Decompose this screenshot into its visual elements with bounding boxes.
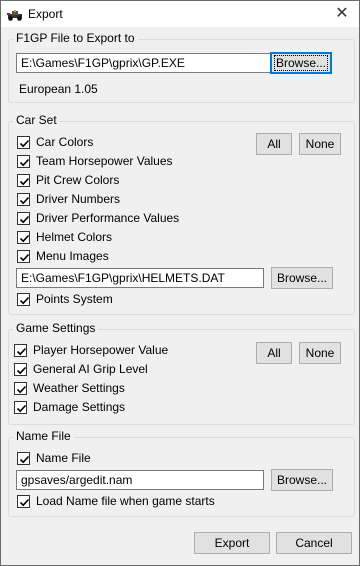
points-system-label: Points System	[36, 292, 113, 306]
name-file-path-field[interactable]: gpsaves/argedit.nam	[16, 470, 264, 490]
name-file-legend: Name File	[13, 429, 74, 443]
car-colors-checkbox[interactable]: Car Colors	[17, 133, 93, 151]
car-set-legend: Car Set	[13, 113, 60, 127]
load-name-file-checkbox[interactable]: Load Name file when game starts	[17, 492, 215, 510]
browse-exe-label: Browse...	[273, 55, 329, 71]
game-settings-legend: Game Settings	[13, 321, 99, 335]
driver-performance-label: Driver Performance Values	[36, 211, 180, 225]
checkbox-check-icon	[17, 494, 30, 508]
menu-images-label: Menu Images	[36, 249, 109, 263]
browse-name-file-button[interactable]: Browse...	[271, 469, 333, 491]
checkbox-check-icon	[17, 451, 30, 465]
browse-exe-button[interactable]: Browse...	[270, 52, 332, 74]
checkbox-check-icon	[17, 249, 30, 263]
close-icon[interactable]: ✕	[327, 1, 357, 27]
game-settings-group: Game Settings All None Player Horsepower…	[8, 321, 355, 425]
ai-grip-label: General AI Grip Level	[33, 362, 148, 376]
driver-performance-checkbox[interactable]: Driver Performance Values	[17, 209, 179, 227]
helmet-colors-checkbox[interactable]: Helmet Colors	[17, 228, 112, 246]
checkbox-check-icon	[17, 173, 30, 187]
menu-images-checkbox[interactable]: Menu Images	[17, 247, 109, 265]
game-settings-none-button[interactable]: None	[299, 342, 341, 364]
driver-numbers-checkbox[interactable]: Driver Numbers	[17, 190, 120, 208]
car-set-all-button[interactable]: All	[256, 133, 292, 155]
checkbox-check-icon	[17, 230, 30, 244]
points-system-checkbox[interactable]: Points System	[17, 290, 113, 308]
checkbox-check-icon	[17, 211, 30, 225]
weather-settings-label: Weather Settings	[33, 381, 125, 395]
name-file-checkbox[interactable]: Name File	[17, 449, 91, 467]
checkbox-check-icon	[17, 292, 30, 306]
ai-grip-checkbox[interactable]: General AI Grip Level	[14, 360, 148, 378]
game-settings-all-button[interactable]: All	[256, 342, 292, 364]
checkbox-check-icon	[17, 154, 30, 168]
version-text: European 1.05	[19, 82, 98, 96]
team-horsepower-checkbox[interactable]: Team Horsepower Values	[17, 152, 173, 170]
exe-path-field[interactable]: E:\Games\F1GP\gprix\GP.EXE	[16, 53, 271, 73]
title-bar: Export ✕	[1, 1, 359, 27]
team-horsepower-label: Team Horsepower Values	[36, 154, 173, 168]
file-group: F1GP File to Export to E:\Games\F1GP\gpr…	[8, 31, 355, 103]
cancel-button[interactable]: Cancel	[276, 532, 352, 554]
name-file-label: Name File	[36, 451, 91, 465]
player-horsepower-checkbox[interactable]: Player Horsepower Value	[14, 341, 168, 359]
pit-crew-colors-label: Pit Crew Colors	[36, 173, 120, 187]
damage-settings-label: Damage Settings	[33, 400, 126, 414]
helmets-path-field[interactable]: E:\Games\F1GP\gprix\HELMETS.DAT	[16, 268, 264, 288]
checkbox-check-icon	[14, 343, 27, 357]
file-group-legend: F1GP File to Export to	[13, 31, 138, 45]
load-name-file-label: Load Name file when game starts	[36, 494, 215, 508]
weather-settings-checkbox[interactable]: Weather Settings	[14, 379, 125, 397]
car-colors-label: Car Colors	[36, 135, 94, 149]
car-set-none-button[interactable]: None	[299, 133, 341, 155]
helmet-colors-label: Helmet Colors	[36, 230, 113, 244]
pit-crew-colors-checkbox[interactable]: Pit Crew Colors	[17, 171, 119, 189]
export-dialog: Export ✕ F1GP File to Export to E:\Games…	[0, 0, 360, 566]
checkbox-check-icon	[14, 400, 27, 414]
car-set-group: Car Set All None Car Colors Team Horsepo…	[8, 113, 355, 315]
checkbox-check-icon	[17, 192, 30, 206]
damage-settings-checkbox[interactable]: Damage Settings	[14, 398, 125, 416]
player-horsepower-label: Player Horsepower Value	[33, 343, 169, 357]
checkbox-check-icon	[17, 135, 30, 149]
driver-numbers-label: Driver Numbers	[36, 192, 121, 206]
browse-helmets-button[interactable]: Browse...	[271, 267, 333, 289]
window-title: Export	[28, 7, 63, 21]
name-file-group: Name File Name File gpsaves/argedit.nam …	[8, 429, 355, 517]
f1-car-icon	[7, 6, 23, 22]
export-button[interactable]: Export	[194, 532, 270, 554]
checkbox-check-icon	[14, 381, 27, 395]
checkbox-check-icon	[14, 362, 27, 376]
